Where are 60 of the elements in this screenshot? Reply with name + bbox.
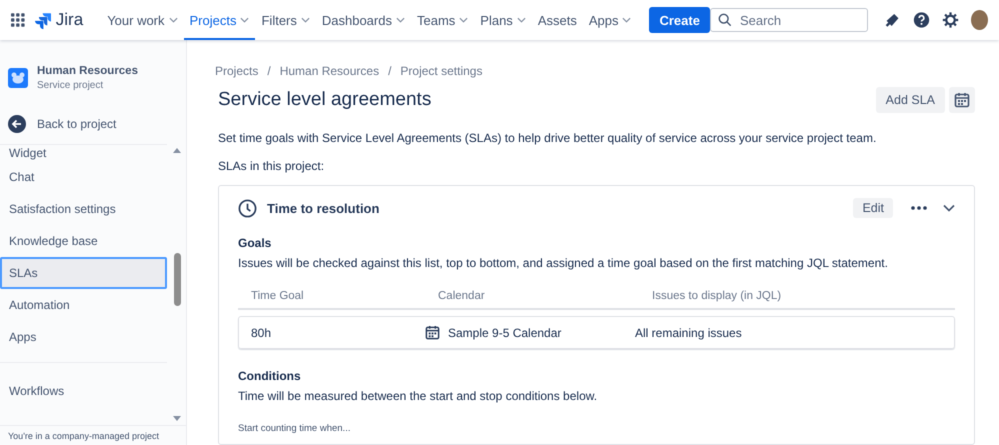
scrollbar-thumb[interactable] (174, 252, 180, 306)
page-title: Service level agreements (218, 89, 432, 111)
nav-menu-item[interactable]: Filters (255, 0, 316, 40)
breadcrumb-link[interactable]: Human Resources (280, 64, 380, 78)
nav-menu-item[interactable]: Projects (184, 0, 256, 40)
project-icon (8, 68, 28, 88)
help-icon[interactable] (912, 10, 930, 30)
table-cell-text: All remaining issues (635, 326, 743, 340)
page-description: Set time goals with Service Level Agreements (SLAs) to help drive better quality of service across your service project team. (218, 131, 878, 145)
scroll-up-icon[interactable] (173, 148, 181, 153)
nav-menu-item[interactable]: Plans (474, 0, 532, 40)
column-header: Time Goal (251, 290, 305, 302)
sidebar-item[interactable]: Chat (0, 161, 167, 193)
nav-menu-item[interactable]: Apps (582, 0, 638, 40)
section-heading: Conditions (238, 369, 302, 383)
table-cell: Sample 9-5 Calendar (448, 326, 562, 340)
table-cell: 80h (251, 326, 272, 340)
chevron-icon[interactable] (943, 204, 955, 212)
nav-menu-item[interactable]: Assets (532, 0, 583, 40)
project-name[interactable]: Human Resources (37, 65, 138, 77)
breadcrumb-link[interactable]: Project settings (400, 64, 482, 78)
section-description: Time will be measured between the start and stop conditions below. (238, 389, 598, 403)
sla-list-label: SLAs in this project: (218, 159, 326, 173)
app-name[interactable]: Jira (56, 10, 84, 30)
search-field[interactable]: Search (710, 8, 868, 32)
back-to-project-link[interactable]: Back to project (0, 113, 186, 135)
sidebar-item[interactable]: Satisfaction settings (0, 193, 167, 225)
nav-menu-item[interactable]: Your work (101, 0, 184, 40)
sidebar-item[interactable]: Knowledge base (0, 225, 167, 257)
sidebar-item[interactable]: Automation (0, 289, 167, 321)
calendar-icon (425, 325, 440, 340)
nav-menu-item[interactable]: Dashboards (316, 0, 411, 40)
edit-button[interactable]: Edit (853, 198, 893, 218)
project-type-note: You're in a company-managed project (0, 425, 186, 445)
settings-icon[interactable] (942, 10, 959, 30)
breadcrumb-link[interactable]: Projects (215, 64, 258, 78)
calendar-button[interactable] (949, 87, 975, 113)
calendar-icon (954, 92, 970, 108)
start-condition-label: Start counting time when... (238, 423, 352, 434)
sidebar-item[interactable]: Widget (0, 145, 167, 161)
more-icon[interactable] (911, 206, 927, 210)
scroll-down-icon[interactable] (173, 416, 181, 421)
clock-icon (238, 198, 257, 218)
section-heading: Goals (238, 236, 272, 250)
section-description: Issues will be checked against this list, top to bottom, and assigned a time goal based on the first matching JQL statement. (238, 256, 889, 270)
column-header: Issues to display (in JQL) (652, 290, 782, 302)
logo-icon (34, 10, 51, 30)
sidebar-item[interactable]: Workflows (0, 375, 167, 407)
sidebar-item[interactable]: SLAs (0, 257, 167, 289)
nav-menu-item[interactable]: Teams (410, 0, 474, 40)
sla-title: Time to resolution (267, 200, 380, 216)
breadcrumb-separator: / (267, 64, 271, 78)
add-sla-button[interactable]: Add SLA (876, 87, 945, 113)
sidebar-item[interactable]: Apps (0, 321, 167, 353)
project-type: Service project (37, 80, 104, 91)
app-switcher-icon[interactable] (11, 12, 25, 28)
breadcrumb-separator: / (388, 64, 392, 78)
avatar[interactable] (970, 10, 988, 30)
create-button[interactable]: Create (649, 7, 710, 33)
column-header: Calendar (438, 290, 486, 302)
